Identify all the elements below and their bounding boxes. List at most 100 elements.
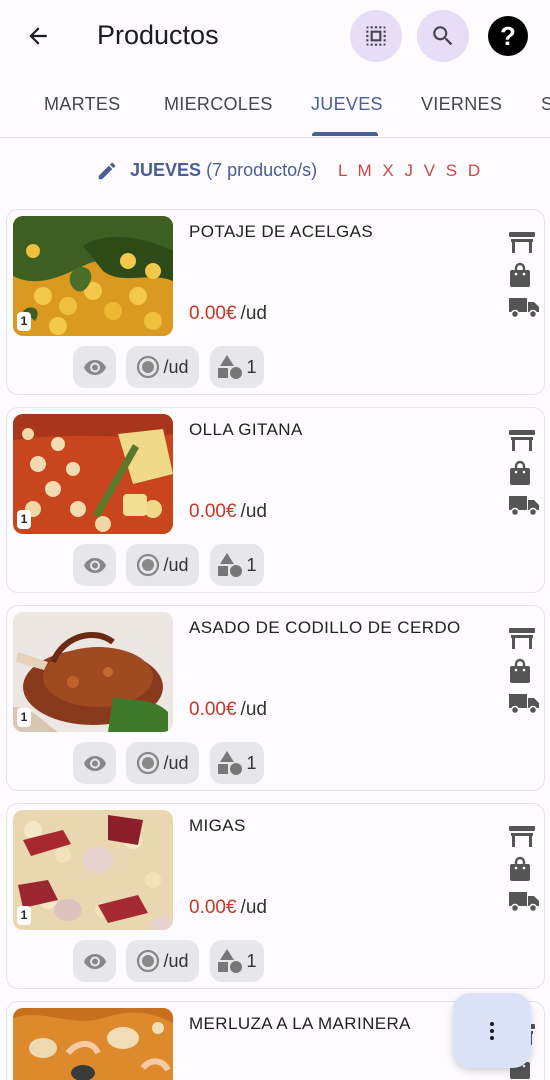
service-icons <box>508 428 540 524</box>
shapes-icon <box>217 354 243 380</box>
price-unit: /ud <box>240 501 267 522</box>
table-icon[interactable] <box>508 230 536 254</box>
shapes-chip[interactable]: 1 <box>210 346 264 388</box>
unit-chip-label: /ud <box>163 554 189 575</box>
unit-chip[interactable]: /ud <box>126 940 199 982</box>
unit-chip[interactable]: /ud <box>126 742 199 784</box>
back-button[interactable] <box>18 16 58 56</box>
shapes-chip[interactable]: 1 <box>210 544 264 586</box>
more-vert-icon <box>490 1021 494 1040</box>
price-value: 0.00€ <box>189 501 237 522</box>
app-bar: Productos ? <box>0 0 550 74</box>
page-title: Productos <box>97 20 219 50</box>
product-name: MERLUZA A LA MARINERA <box>189 1014 411 1033</box>
search-icon <box>433 26 453 46</box>
shopping-bag-icon[interactable] <box>508 856 532 882</box>
radio-icon <box>136 553 160 577</box>
product-count: (7 producto/s) <box>206 160 318 180</box>
product-image <box>13 1008 173 1080</box>
delivery-truck-icon[interactable] <box>508 692 540 714</box>
quantity-badge: 1 <box>17 510 31 529</box>
help-button[interactable]: ? <box>484 12 532 60</box>
product-price: 0.00€/ud <box>189 303 267 325</box>
view-chip[interactable] <box>73 544 116 586</box>
weekday-letters: L M X J V S D <box>338 161 484 180</box>
view-chip[interactable] <box>73 346 116 388</box>
product-name: POTAJE DE ACELGAS <box>189 222 374 241</box>
eye-icon <box>83 949 107 973</box>
service-icons <box>508 230 540 326</box>
table-icon[interactable] <box>508 824 536 848</box>
price-value: 0.00€ <box>189 303 237 324</box>
shapes-chip[interactable]: 1 <box>210 742 264 784</box>
unit-chip[interactable]: /ud <box>126 346 199 388</box>
product-card[interactable]: 1 OLLA GITANA 0.00€/ud /ud 1 <box>6 407 545 593</box>
pencil-icon[interactable] <box>96 160 118 182</box>
quantity-badge: 1 <box>17 708 31 727</box>
delivery-truck-icon[interactable] <box>508 494 540 516</box>
arrow-back-icon <box>29 27 47 45</box>
table-icon[interactable] <box>508 428 536 452</box>
product-image: 1 <box>13 216 173 336</box>
price-value: 0.00€ <box>189 897 237 918</box>
product-image: 1 <box>13 612 173 732</box>
price-unit: /ud <box>240 897 267 918</box>
tab-martes[interactable]: MARTES <box>44 94 120 115</box>
table-icon[interactable] <box>508 626 536 650</box>
product-name: OLLA GITANA <box>189 420 303 439</box>
delivery-truck-icon[interactable] <box>508 296 540 318</box>
radio-icon <box>136 355 160 379</box>
tab-jueves[interactable]: JUEVES <box>311 94 383 115</box>
shapes-chip-label: 1 <box>246 356 257 377</box>
view-chip[interactable] <box>73 742 116 784</box>
shapes-chip-label: 1 <box>246 950 257 971</box>
product-card[interactable]: 1 MIGAS 0.00€/ud /ud 1 <box>6 803 545 989</box>
tab-indicator <box>312 132 378 136</box>
search-button[interactable] <box>417 10 469 62</box>
product-price: 0.00€/ud <box>189 501 267 523</box>
quantity-badge: 1 <box>17 906 31 925</box>
product-image: 1 <box>13 414 173 534</box>
product-image: 1 <box>13 810 173 930</box>
product-price: 0.00€/ud <box>189 897 267 919</box>
product-name: MIGAS <box>189 816 246 835</box>
tab-sabado[interactable]: S <box>541 94 550 115</box>
shopping-bag-icon[interactable] <box>508 658 532 684</box>
price-unit: /ud <box>240 303 267 324</box>
service-icons <box>508 626 540 722</box>
quantity-badge: 1 <box>17 312 31 331</box>
shapes-icon <box>217 948 243 974</box>
day-header: JUEVES (7 producto/s) L M X J V S D <box>0 157 550 187</box>
shapes-icon <box>217 552 243 578</box>
select-all-button[interactable] <box>350 10 402 62</box>
delivery-truck-icon[interactable] <box>508 890 540 912</box>
shapes-chip-label: 1 <box>246 752 257 773</box>
price-unit: /ud <box>240 699 267 720</box>
product-name: ASADO DE CODILLO DE CERDO <box>189 618 461 637</box>
help-icon: ? <box>488 16 528 56</box>
radio-icon <box>136 949 160 973</box>
unit-chip-label: /ud <box>163 356 189 377</box>
more-options-fab[interactable] <box>453 993 531 1068</box>
unit-chip-label: /ud <box>163 752 189 773</box>
eye-icon <box>83 553 107 577</box>
tab-miercoles[interactable]: MIERCOLES <box>164 94 273 115</box>
day-title: JUEVES (7 producto/s) <box>130 160 317 181</box>
tab-lunes-edge[interactable]: . <box>0 94 1 115</box>
weekday-tabs: . MARTES MIERCOLES JUEVES VIERNES S <box>0 74 550 138</box>
shapes-chip[interactable]: 1 <box>210 940 264 982</box>
shopping-bag-icon[interactable] <box>508 262 532 288</box>
product-card[interactable]: 1 POTAJE DE ACELGAS 0.00€/ud /ud 1 <box>6 209 545 395</box>
tab-viernes[interactable]: VIERNES <box>421 94 502 115</box>
price-value: 0.00€ <box>189 699 237 720</box>
product-card[interactable]: 1 ASADO DE CODILLO DE CERDO 0.00€/ud /ud… <box>6 605 545 791</box>
unit-chip-label: /ud <box>163 950 189 971</box>
svg-text:?: ? <box>500 21 516 51</box>
view-chip[interactable] <box>73 940 116 982</box>
eye-icon <box>83 355 107 379</box>
day-name: JUEVES <box>130 160 202 180</box>
unit-chip[interactable]: /ud <box>126 544 199 586</box>
eye-icon <box>83 751 107 775</box>
shapes-icon <box>217 750 243 776</box>
shopping-bag-icon[interactable] <box>508 460 532 486</box>
